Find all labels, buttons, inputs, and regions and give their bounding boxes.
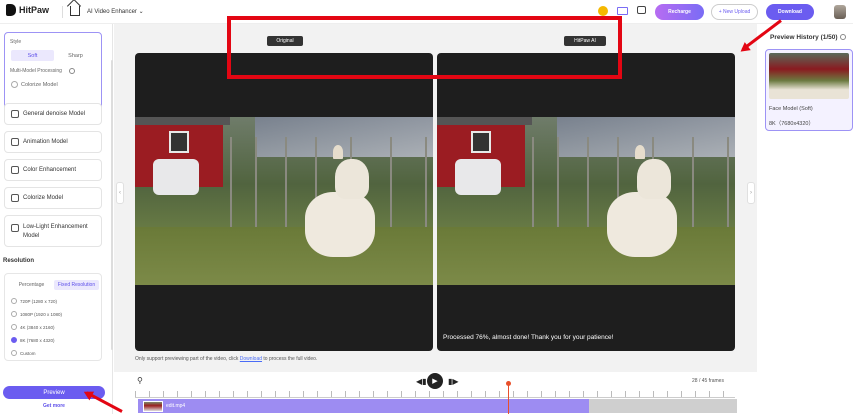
radio-icon xyxy=(11,298,17,304)
radio-icon xyxy=(11,350,17,356)
frame-counter: 28 / 45 frames xyxy=(692,378,724,384)
original-video-frame xyxy=(135,117,433,285)
clip-thumbnail xyxy=(143,401,163,412)
model-label: Colorize Model xyxy=(23,195,64,201)
ai-preview-pane xyxy=(437,53,735,351)
tab-fixed-resolution[interactable]: Fixed Resolution xyxy=(54,280,99,290)
get-more-link[interactable]: Get more xyxy=(43,403,65,409)
style-toggle: Soft Sharp xyxy=(11,50,97,61)
resolution-tabs: Percentage Fixed Resolution xyxy=(9,280,99,290)
model-label: General denoise Model xyxy=(23,111,86,117)
radio-icon xyxy=(11,311,17,317)
style-soft-option[interactable]: Soft xyxy=(11,50,54,61)
radio-checked-icon xyxy=(11,337,17,343)
history-item-model: Face Model (Soft) xyxy=(769,106,813,112)
coin-icon[interactable] xyxy=(598,6,608,16)
option-label: 1080P (1920 x 1080) xyxy=(20,311,62,317)
model-label: Low-Light Enhancement Model xyxy=(23,224,88,239)
colorize-checkbox[interactable] xyxy=(11,81,18,88)
low-light-icon xyxy=(11,224,19,232)
new-upload-button[interactable]: + New Upload xyxy=(711,4,758,20)
clip-name: edit.mp4 xyxy=(166,403,186,409)
brand-name: HitPaw xyxy=(19,5,50,15)
option-label: Custom xyxy=(20,350,36,356)
resolution-option-8k[interactable]: 8K (7680 x 4320) xyxy=(11,337,55,343)
note-text: Only support previewing part of the vide… xyxy=(135,356,240,362)
recharge-button[interactable]: Recharge xyxy=(655,4,704,20)
option-label: 8K (7680 x 4320) xyxy=(20,337,55,343)
collapse-right-button[interactable]: › xyxy=(747,182,755,204)
colorize-label: Colorize Model xyxy=(21,82,58,88)
model-low-light[interactable]: Low-Light Enhancement Model xyxy=(4,215,102,247)
resolution-title: Resolution xyxy=(3,258,34,264)
model-color-enhancement[interactable]: Color Enhancement xyxy=(4,159,102,181)
clip-track-unprocessed[interactable] xyxy=(589,399,737,413)
history-info-icon[interactable] xyxy=(840,34,846,40)
style-label: Style xyxy=(10,39,22,45)
sidebar-scrollbar[interactable] xyxy=(111,60,113,350)
model-label: Color Enhancement xyxy=(23,167,77,173)
denoise-icon xyxy=(11,110,19,118)
resolution-option-1080p[interactable]: 1080P (1920 x 1080) xyxy=(11,311,62,317)
download-link[interactable]: Download xyxy=(240,356,262,362)
resolution-panel: Percentage Fixed Resolution 720P (1280 x… xyxy=(4,273,102,361)
radio-icon xyxy=(11,324,17,330)
model-colorize[interactable]: Colorize Model xyxy=(4,187,102,209)
model-animation[interactable]: Animation Model xyxy=(4,131,102,153)
ai-video-frame xyxy=(437,117,735,285)
multi-model-label: Multi-Model Processing xyxy=(10,68,62,74)
resolution-option-720p[interactable]: 720P (1280 x 720) xyxy=(11,298,57,304)
next-frame-icon[interactable]: ▮▶ xyxy=(448,377,459,386)
original-preview-pane xyxy=(135,53,433,351)
clip-track[interactable] xyxy=(138,399,589,413)
option-label: 4K (3840 x 2160) xyxy=(20,324,55,330)
info-icon[interactable] xyxy=(69,68,75,74)
tab-percentage[interactable]: Percentage xyxy=(9,280,54,290)
note-text: to process the full video. xyxy=(262,356,318,362)
header-divider xyxy=(62,6,63,18)
previous-frame-icon[interactable]: ◀▮ xyxy=(416,377,427,386)
mail-icon[interactable] xyxy=(617,7,628,15)
history-thumbnail[interactable] xyxy=(769,53,849,99)
playhead-handle[interactable] xyxy=(506,381,511,386)
resolution-option-4k[interactable]: 4K (3840 x 2160) xyxy=(11,324,55,330)
magic-wand-icon[interactable]: ⚲ xyxy=(137,376,143,385)
model-label: Animation Model xyxy=(23,139,68,145)
avatar[interactable] xyxy=(834,5,846,19)
resolution-option-custom[interactable]: Custom xyxy=(11,350,36,356)
feedback-icon[interactable] xyxy=(637,6,646,14)
preview-note: Only support previewing part of the vide… xyxy=(135,356,317,362)
timeline-ruler[interactable] xyxy=(135,391,735,398)
brand-logo: HitPaw xyxy=(6,4,49,16)
app-switcher[interactable]: AI Video Enhancer ⌄ xyxy=(87,8,144,15)
model-general-denoise[interactable]: General denoise Model xyxy=(4,103,102,125)
hitpaw-logo-icon xyxy=(6,4,16,16)
annotation-highlight-box xyxy=(227,16,622,79)
home-icon[interactable] xyxy=(70,6,80,16)
collapse-left-button[interactable]: ‹ xyxy=(116,182,124,204)
history-title: Preview History (1/50) xyxy=(770,34,838,41)
option-label: 720P (1280 x 720) xyxy=(20,298,57,304)
playhead[interactable] xyxy=(508,383,509,414)
colorize-icon xyxy=(11,194,19,202)
animation-icon xyxy=(11,138,19,146)
play-button[interactable]: ▶ xyxy=(427,373,443,389)
download-button[interactable]: Download xyxy=(766,4,814,20)
processing-status: Processed 76%, almost done! Thank you fo… xyxy=(443,334,614,341)
style-sharp-option[interactable]: Sharp xyxy=(54,50,97,61)
history-item-resolution: 8K（7680x4320） xyxy=(769,121,814,127)
color-enhance-icon xyxy=(11,166,19,174)
